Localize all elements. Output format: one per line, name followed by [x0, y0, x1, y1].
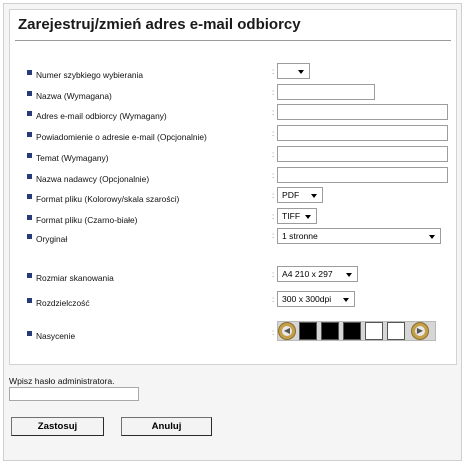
original-value: 1 stronne [282, 231, 318, 241]
subject-label: Temat (Wymagany) [36, 153, 109, 163]
row-notification-email: Powiadomienie o adresie e-mail (Opcjonal… [27, 127, 207, 145]
file-format-color-value: PDF [282, 190, 300, 200]
bullet-icon [27, 174, 32, 180]
page-title: Zarejestruj/zmień adres e-mail odbiorcy [18, 16, 301, 33]
scan-size-label: Rozmiar skanowania [36, 273, 114, 283]
separator: : [272, 231, 275, 240]
row-saturation: Nasycenie [27, 326, 75, 344]
row-file-format-bw: Format pliku (Czarno-białe) [27, 210, 137, 228]
bullet-icon [27, 153, 32, 159]
bullet-icon [27, 298, 32, 304]
file-format-color-label: Format pliku (Kolorowy/skala szarości) [36, 194, 180, 204]
saturation-level-1[interactable] [299, 322, 317, 340]
name-label: Nazwa (Wymagana) [36, 91, 112, 101]
bullet-icon [27, 132, 32, 138]
bullet-icon [27, 70, 32, 76]
sender-name-input[interactable] [277, 167, 448, 183]
separator: : [272, 212, 275, 221]
row-speed-dial: Numer szybkiego wybierania [27, 65, 143, 83]
password-input[interactable] [9, 387, 139, 401]
saturation-label: Nasycenie [36, 331, 76, 341]
separator: : [272, 129, 275, 138]
row-resolution: Rozdzielczość [27, 293, 90, 311]
original-select[interactable]: 1 stronne [277, 228, 441, 244]
separator: : [272, 67, 275, 76]
resolution-value: 300 x 300dpi [282, 294, 332, 304]
bullet-icon [27, 111, 32, 117]
notification-email-label: Powiadomienie o adresie e-mail (Opcjonal… [36, 132, 207, 142]
resolution-select[interactable]: 300 x 300dpi [277, 291, 355, 307]
saturation-level-4[interactable] [365, 322, 383, 340]
bullet-icon [27, 194, 32, 200]
bullet-icon [27, 331, 32, 337]
apply-button[interactable]: Zastosuj [11, 417, 104, 436]
separator: : [272, 328, 275, 337]
saturation-increase-button[interactable]: ▶ [411, 322, 429, 340]
bullet-icon [27, 91, 32, 97]
separator: : [272, 295, 275, 304]
original-label: Oryginał [36, 234, 68, 244]
bullet-icon [27, 273, 32, 279]
separator: : [272, 270, 275, 279]
sender-name-label: Nazwa nadawcy (Opcjonalnie) [36, 174, 150, 184]
file-format-bw-select[interactable]: TIFF [277, 208, 317, 224]
right-arrow-icon: ▶ [415, 326, 425, 336]
scan-size-select[interactable]: A4 210 x 297 [277, 266, 358, 282]
name-input[interactable] [277, 84, 375, 100]
form-panel [9, 9, 457, 365]
bullet-icon [27, 234, 32, 240]
row-subject: Temat (Wymagany) [27, 148, 109, 166]
speed-dial-select[interactable] [277, 63, 310, 79]
saturation-decrease-button[interactable]: ◀ [278, 322, 296, 340]
row-scan-size: Rozmiar skanowania [27, 268, 114, 286]
subject-input[interactable] [277, 146, 448, 162]
saturation-control: ◀ ▶ [277, 321, 437, 343]
row-original: Oryginał [27, 229, 67, 247]
speed-dial-label: Numer szybkiego wybierania [36, 70, 144, 80]
file-format-bw-label: Format pliku (Czarno-białe) [36, 215, 138, 225]
row-recipient-email: Adres e-mail odbiorcy (Wymagany) [27, 106, 167, 124]
separator: : [272, 191, 275, 200]
resolution-label: Rozdzielczość [36, 298, 90, 308]
separator: : [272, 150, 275, 159]
file-format-color-select[interactable]: PDF [277, 187, 323, 203]
row-file-format-color: Format pliku (Kolorowy/skala szarości) [27, 189, 179, 207]
scan-size-value: A4 210 x 297 [282, 269, 333, 279]
bullet-icon [27, 215, 32, 221]
notification-email-input[interactable] [277, 125, 448, 141]
saturation-level-5[interactable] [387, 322, 405, 340]
recipient-email-label: Adres e-mail odbiorcy (Wymagany) [36, 111, 167, 121]
row-name: Nazwa (Wymagana) [27, 86, 112, 104]
saturation-level-3[interactable] [343, 322, 361, 340]
title-divider [15, 40, 451, 41]
file-format-bw-value: TIFF [282, 211, 301, 221]
separator: : [272, 108, 275, 117]
left-arrow-icon: ◀ [282, 326, 292, 336]
saturation-level-2[interactable] [321, 322, 339, 340]
password-label: Wpisz hasło administratora. [9, 376, 115, 386]
separator: : [272, 88, 275, 97]
separator: : [272, 171, 275, 180]
row-sender-name: Nazwa nadawcy (Opcjonalnie) [27, 169, 149, 187]
recipient-email-input[interactable] [277, 104, 448, 120]
cancel-button[interactable]: Anuluj [121, 417, 212, 436]
